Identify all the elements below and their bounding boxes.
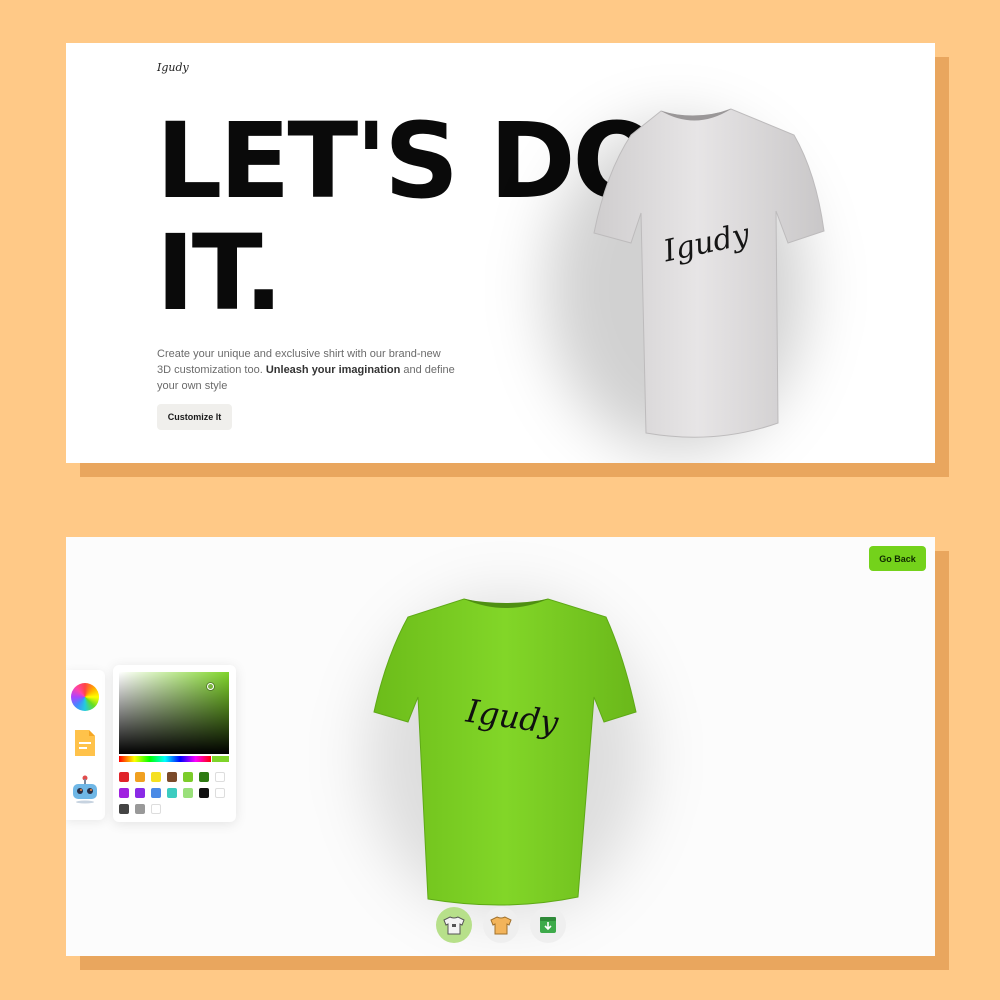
customizer-card: Go Back Igudy <box>66 537 935 956</box>
tshirt-green-svg: Igudy <box>373 598 637 906</box>
selected-color-preview <box>212 756 229 762</box>
stylish-shirt-toggle[interactable] <box>483 907 519 943</box>
tshirt-3d-preview[interactable]: Igudy <box>536 83 856 463</box>
color-swatch[interactable] <box>167 788 177 798</box>
color-picker-tab[interactable] <box>70 682 100 712</box>
color-swatch[interactable] <box>135 788 145 798</box>
shirt-logo-icon <box>443 916 465 935</box>
editor-tabs-panel <box>66 670 105 820</box>
color-swatch[interactable] <box>183 772 193 782</box>
color-swatch[interactable] <box>215 788 225 798</box>
shirt-full-icon <box>490 916 512 935</box>
color-swatch[interactable] <box>151 804 161 814</box>
file-upload-tab[interactable] <box>70 728 100 758</box>
download-icon <box>540 917 556 933</box>
ai-picker-tab[interactable] <box>70 774 100 804</box>
saturation-handle[interactable] <box>207 683 214 690</box>
hero-description: Create your unique and exclusive shirt w… <box>157 346 457 394</box>
logo-shirt-toggle[interactable] <box>436 907 472 943</box>
color-swatch[interactable] <box>119 788 129 798</box>
color-picker <box>113 665 236 822</box>
color-swatch[interactable] <box>167 772 177 782</box>
tshirt-white-svg: Igudy <box>593 108 825 438</box>
shirt-filter-bar <box>436 907 566 947</box>
ai-robot-icon <box>73 775 97 804</box>
landing-card: Igudy LET'S DO IT. Create your unique an… <box>66 43 935 463</box>
tshirt-3d-canvas[interactable]: Igudy <box>356 577 656 917</box>
file-icon <box>75 730 95 756</box>
description-bold: Unleash your imagination <box>265 364 401 376</box>
color-swatch[interactable] <box>215 772 225 782</box>
color-swatch[interactable] <box>119 772 129 782</box>
color-swatch[interactable] <box>135 772 145 782</box>
hue-slider[interactable] <box>119 756 211 762</box>
saturation-picker[interactable] <box>119 672 229 754</box>
color-swatch[interactable] <box>151 788 161 798</box>
customize-button[interactable]: Customize It <box>157 404 232 430</box>
go-back-button[interactable]: Go Back <box>869 546 926 571</box>
brand-logo[interactable]: Igudy <box>157 61 189 74</box>
color-swatch[interactable] <box>199 788 209 798</box>
color-swatch[interactable] <box>151 772 161 782</box>
color-wheel-icon <box>71 683 99 711</box>
color-swatches <box>119 772 231 814</box>
color-swatch[interactable] <box>199 772 209 782</box>
color-swatch[interactable] <box>119 804 129 814</box>
download-toggle[interactable] <box>530 907 566 943</box>
color-swatch[interactable] <box>183 788 193 798</box>
color-swatch[interactable] <box>135 804 145 814</box>
